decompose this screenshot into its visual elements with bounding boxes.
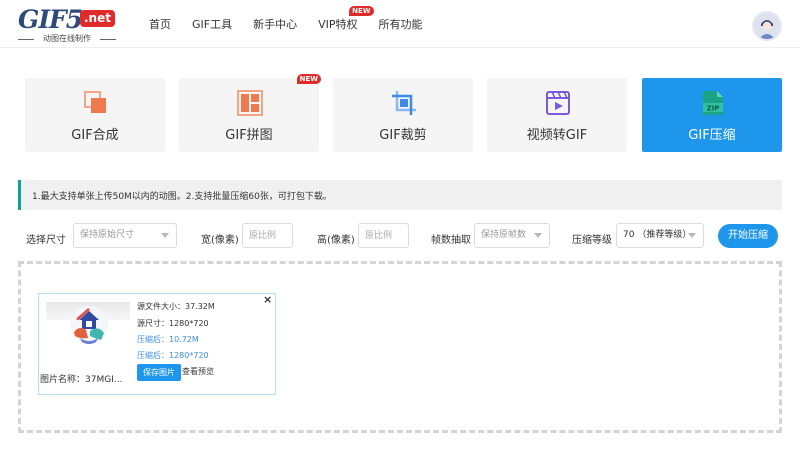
tool-card-gif-crop[interactable]: GIF裁剪	[333, 78, 473, 152]
compression-level-select[interactable]: 70 （推荐等级）	[616, 223, 704, 248]
height-input[interactable]	[358, 223, 409, 248]
chevron-down-icon	[688, 233, 696, 238]
preview-link[interactable]: 查看预览	[182, 366, 214, 377]
source-dimensions: 源尺寸：1280*720	[137, 319, 209, 328]
upload-tip: 1.最大支持单张上传50M以内的动图。2.支持批量压缩60张，可打包下载。	[18, 180, 782, 210]
chevron-down-icon	[161, 233, 169, 238]
site-logo[interactable]: GIF5 .net 动图在线制作	[18, 6, 118, 46]
tip-text: 1.最大支持单张上传50M以内的动图。2.支持批量压缩60张，可打包下载。	[32, 192, 332, 202]
tool-card-label: GIF压缩	[688, 128, 736, 143]
compression-level-label: 压缩等级	[572, 235, 612, 246]
tool-cards: GIF合成 GIF拼图 NEW GIF裁剪 视频转GIF ZIP GIF压缩	[25, 74, 783, 152]
source-size: 源文件大小：37.32M	[137, 302, 215, 311]
frames-label: 帧数抽取	[431, 235, 471, 246]
grid-collage-icon	[237, 90, 263, 116]
size-label: 选择尺寸	[26, 235, 66, 246]
nav-item-gif-tools[interactable]: GIF工具	[192, 16, 232, 32]
nav-item-beginner-center[interactable]: 新手中心	[253, 16, 297, 32]
crop-icon	[391, 90, 417, 116]
compressed-size: 压缩后：10.72M	[137, 335, 199, 344]
logo-subtitle: 动图在线制作	[18, 34, 116, 44]
compression-level-value: 70 （推荐等级）	[623, 230, 692, 240]
nav-item-home[interactable]: 首页	[149, 16, 171, 32]
frames-select[interactable]: 保持原帧数	[474, 223, 550, 248]
height-label: 高(像素)	[317, 235, 355, 246]
save-image-button[interactable]: 保存图片	[137, 364, 181, 381]
logo-text: GIF5	[18, 5, 83, 34]
nav-item-vip-label: VIP特权	[318, 18, 358, 31]
zip-file-icon: ZIP	[700, 90, 726, 116]
chevron-down-icon	[534, 233, 542, 238]
size-select-value: 保持原始尺寸	[80, 230, 135, 240]
width-label: 宽(像素)	[201, 235, 239, 246]
tool-card-label: GIF裁剪	[379, 128, 427, 143]
nav-item-all-features[interactable]: 所有功能	[379, 16, 423, 32]
user-avatar-icon[interactable]	[752, 11, 782, 41]
tool-card-label: 视频转GIF	[526, 128, 588, 143]
top-header: GIF5 .net 动图在线制作 首页 GIF工具 新手中心 VIP特权 NEW…	[0, 0, 800, 48]
nav-item-vip[interactable]: VIP特权 NEW	[318, 6, 374, 32]
logo-net-badge: .net	[80, 10, 115, 27]
tool-card-label: GIF合成	[71, 128, 119, 143]
frames-select-value: 保持原帧数	[481, 230, 527, 240]
tool-card-video-to-gif[interactable]: 视频转GIF	[487, 78, 627, 152]
compressed-dimensions: 压缩后：1280*720	[137, 351, 209, 360]
tool-card-label: GIF拼图	[225, 128, 273, 143]
start-compress-button[interactable]: 开始压缩	[718, 224, 778, 248]
tool-card-gif-compress[interactable]: ZIP GIF压缩	[642, 78, 782, 152]
new-badge: NEW	[349, 6, 374, 16]
file-name: 图片名称：37MGI...	[40, 375, 123, 385]
svg-text:ZIP: ZIP	[707, 105, 720, 113]
width-input[interactable]	[242, 223, 293, 248]
merge-squares-icon	[83, 90, 109, 116]
size-select[interactable]: 保持原始尺寸	[73, 223, 177, 248]
close-icon[interactable]: ×	[263, 293, 272, 306]
file-thumbnail	[46, 302, 130, 365]
tool-card-gif-merge[interactable]: GIF合成	[25, 78, 165, 152]
video-file-icon	[545, 90, 571, 116]
main-nav: 首页 GIF工具 新手中心 VIP特权 NEW 所有功能	[149, 0, 444, 48]
new-badge: NEW	[296, 74, 321, 84]
tool-card-gif-collage[interactable]: GIF拼图 NEW	[179, 74, 321, 152]
